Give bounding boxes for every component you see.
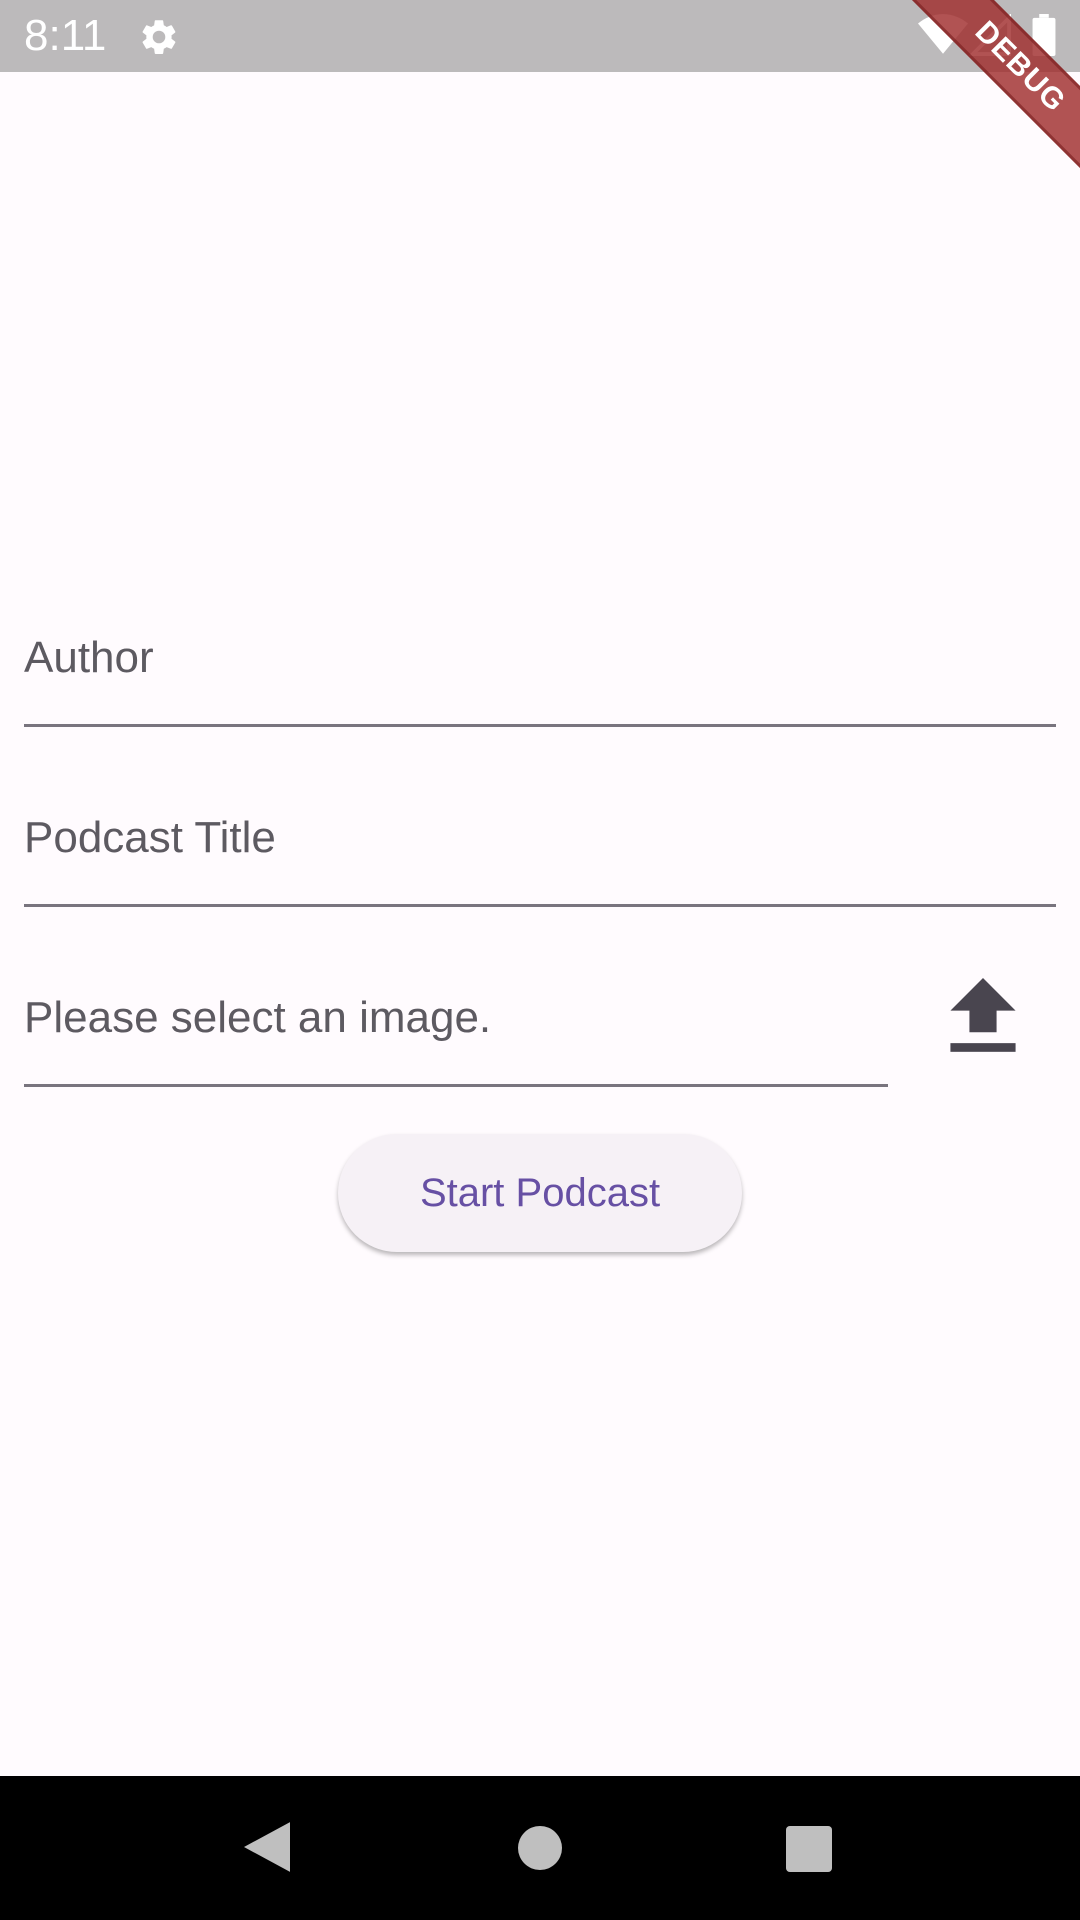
- author-field[interactable]: Author: [24, 620, 1056, 730]
- recents-icon[interactable]: [786, 1826, 832, 1872]
- upload-icon[interactable]: [950, 978, 1016, 1054]
- image-underline: [24, 1084, 888, 1087]
- start-podcast-button[interactable]: Start Podcast: [338, 1134, 742, 1252]
- home-icon[interactable]: [518, 1826, 562, 1870]
- podcast-title-field[interactable]: Podcast Title: [24, 800, 1056, 910]
- status-bar: 8:11: [0, 0, 1080, 72]
- author-underline: [24, 724, 1056, 727]
- podcast-title-label: Podcast Title: [24, 813, 276, 862]
- podcast-title-underline: [24, 904, 1056, 907]
- app-screen: 8:11 DEBUG Author Podcast Title Please s…: [0, 0, 1080, 1920]
- navigation-bar: [0, 1776, 1080, 1920]
- gear-icon: [142, 20, 176, 54]
- image-field[interactable]: Please select an image.: [24, 980, 888, 1090]
- back-icon[interactable]: [244, 1822, 290, 1872]
- image-label: Please select an image.: [24, 993, 492, 1042]
- author-label: Author: [24, 633, 154, 682]
- status-time: 8:11: [24, 11, 107, 60]
